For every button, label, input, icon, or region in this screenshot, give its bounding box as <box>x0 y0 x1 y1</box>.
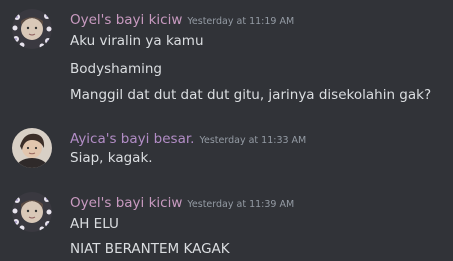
chat-messages: Oyel's bayi kiciw Yesterday at 11:19 AM A… <box>0 0 453 261</box>
message-text: Bodyshaming <box>70 61 162 77</box>
user-avatar[interactable] <box>12 192 52 232</box>
user-avatar[interactable] <box>12 128 52 168</box>
message-text: NIAT BERANTEM KAGAK <box>70 241 230 257</box>
username[interactable]: Oyel's bayi kiciw <box>70 12 182 28</box>
flower-framed-avatar-icon <box>12 9 52 49</box>
portrait-avatar-icon <box>12 128 52 168</box>
timestamp: Yesterday at 11:19 AM <box>187 16 295 27</box>
user-avatar[interactable] <box>12 9 52 49</box>
flower-framed-avatar-icon <box>12 192 52 232</box>
username[interactable]: Oyel's bayi kiciw <box>70 195 182 211</box>
timestamp: Yesterday at 11:33 AM <box>199 135 307 146</box>
timestamp: Yesterday at 11:39 AM <box>187 199 295 210</box>
message-header: Oyel's bayi kiciw Yesterday at 11:39 AM <box>70 192 294 212</box>
message-header: Oyel's bayi kiciw Yesterday at 11:19 AM <box>70 9 294 29</box>
message-header: Ayica's bayi besar. Yesterday at 11:33 AM <box>70 128 306 148</box>
message-text: AH ELU <box>70 216 119 232</box>
message-text: Siap, kagak. <box>70 150 153 166</box>
username[interactable]: Ayica's bayi besar. <box>70 131 194 147</box>
message-text: Aku viralin ya kamu <box>70 33 204 49</box>
message-text: Manggil dat dut dat dut gitu, jarinya di… <box>70 87 432 103</box>
